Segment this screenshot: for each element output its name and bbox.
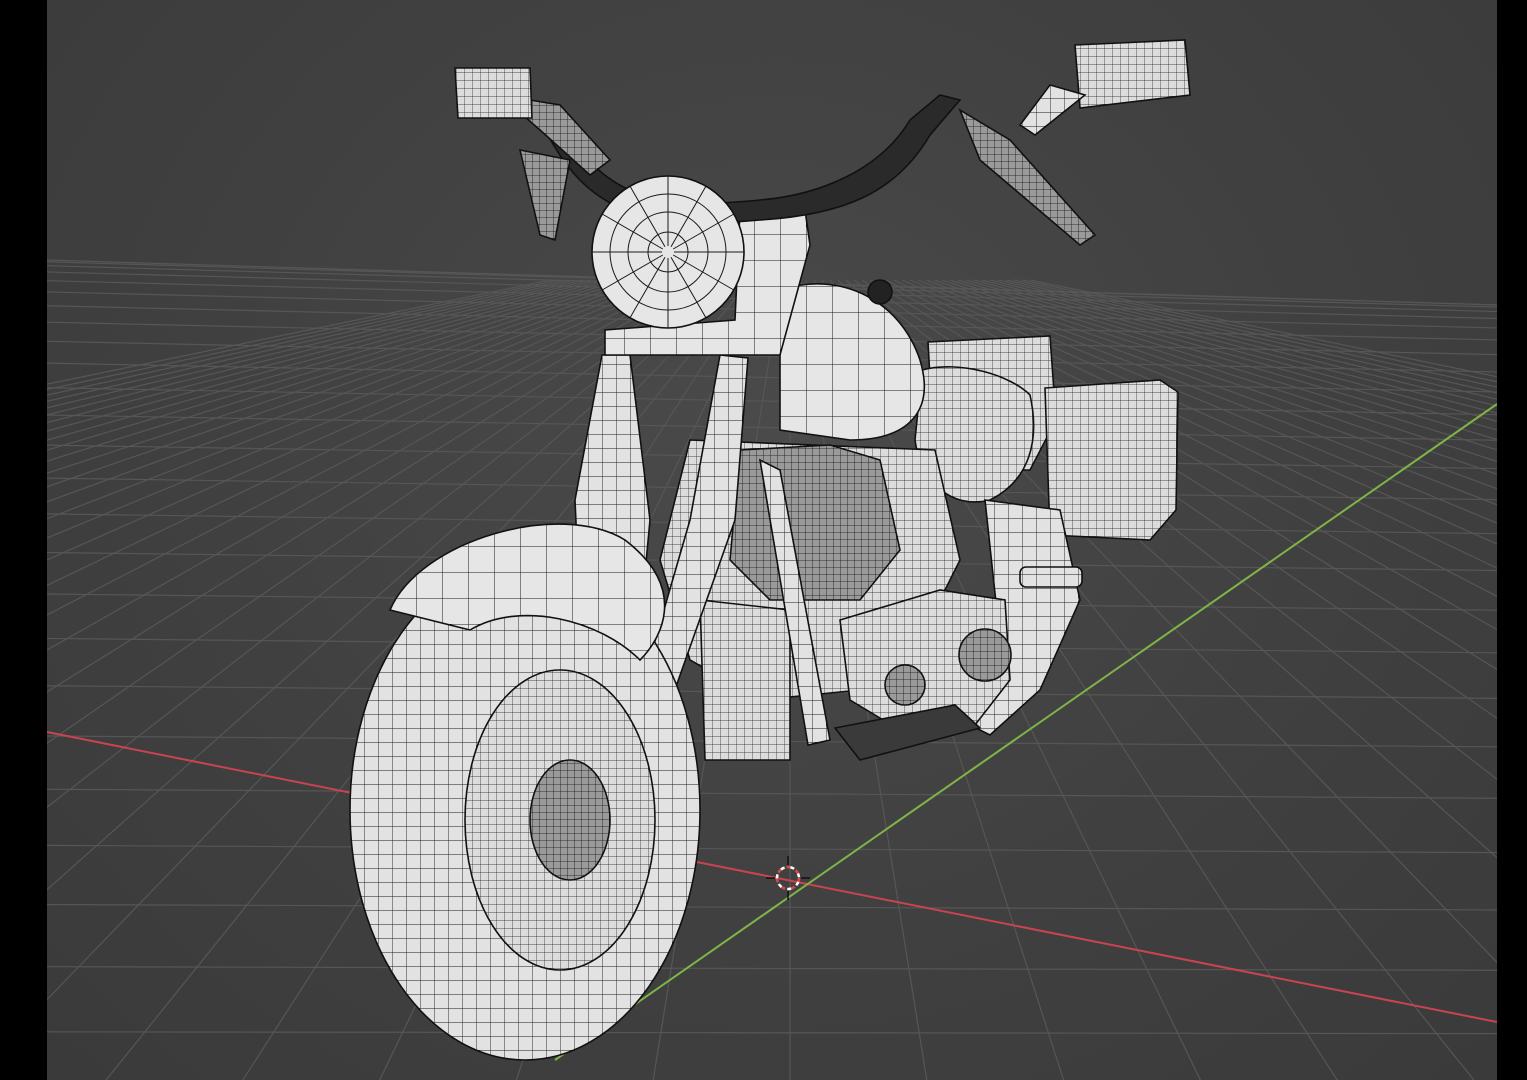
exhaust-pipe — [699, 599, 791, 761]
3d-cursor-icon[interactable] — [766, 856, 810, 900]
mirror-right — [1074, 39, 1191, 109]
3d-viewport[interactable] — [47, 0, 1497, 1080]
front-wheel-center — [529, 759, 611, 881]
viewport-canvas[interactable] — [47, 0, 1497, 1080]
right-letterbox — [1497, 0, 1527, 1080]
left-letterbox — [0, 0, 47, 1080]
engine-cylinders — [729, 444, 901, 601]
rear-axle-cap — [1019, 566, 1083, 588]
x-axis-line — [47, 731, 1497, 1023]
left-lever — [518, 148, 571, 242]
saddlebag-right — [1044, 379, 1179, 541]
primary-cover-disc — [958, 628, 1012, 682]
fuel-cap — [867, 279, 893, 305]
app-frame — [0, 0, 1527, 1080]
fuel-tank — [779, 283, 925, 441]
mirror-right-stem — [1018, 84, 1087, 136]
clutch-disc — [884, 664, 926, 706]
mirror-left — [454, 67, 533, 119]
